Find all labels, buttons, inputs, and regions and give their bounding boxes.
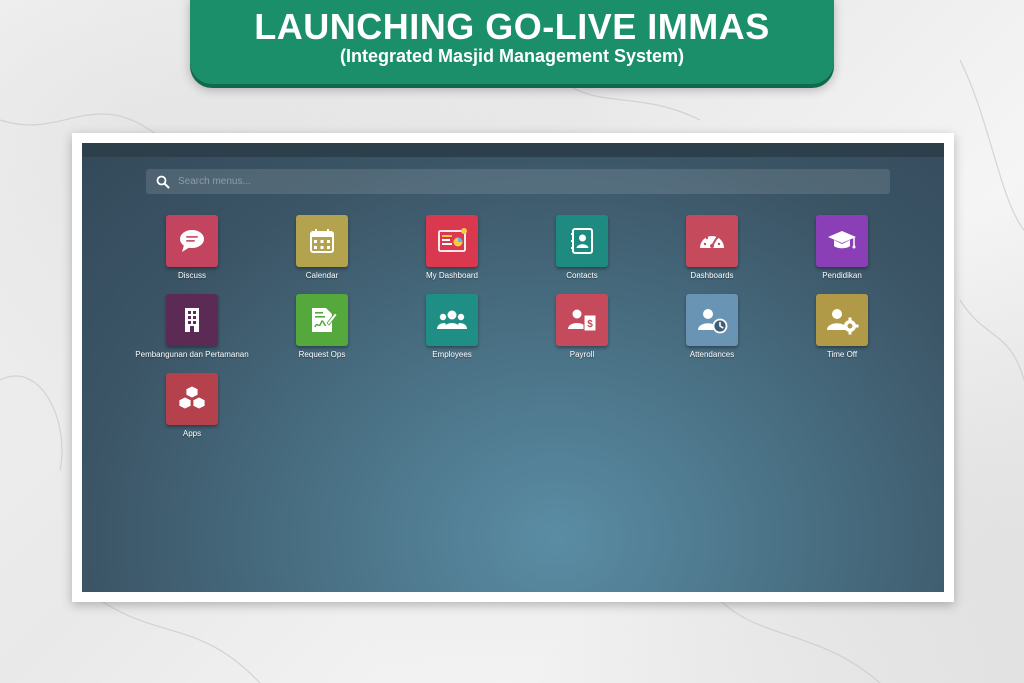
dashboard-chart-icon (438, 228, 467, 252)
app-tile[interactable] (816, 294, 868, 346)
search-input[interactable] (178, 173, 858, 190)
app-calendar[interactable]: Calendar (262, 215, 382, 280)
address-book-icon (571, 228, 593, 254)
app-label: Dashboards (690, 271, 734, 280)
app-home-screen: Discuss Calendar (82, 143, 944, 592)
calendar-icon (310, 229, 334, 253)
app-tile[interactable] (426, 294, 478, 346)
app-label: Pembangunan dan Pertamanan (135, 350, 249, 359)
graduation-cap-icon (828, 231, 856, 249)
app-discuss[interactable]: Discuss (132, 215, 252, 280)
app-time-off[interactable]: Time Off (782, 294, 902, 359)
app-dashboards[interactable]: Dashboards (652, 215, 772, 280)
cubes-icon (178, 385, 206, 410)
app-payroll[interactable]: $ Payroll (522, 294, 642, 359)
banner-subtitle: (Integrated Masjid Management System) (339, 46, 685, 66)
app-label: Employees (432, 350, 472, 359)
app-tile[interactable] (556, 215, 608, 267)
screenshot-frame: Discuss Calendar (72, 133, 954, 602)
app-tile[interactable] (166, 215, 218, 267)
app-label: Apps (182, 429, 202, 438)
app-label: Payroll (569, 350, 595, 359)
app-pendidikan[interactable]: Pendidikan (782, 215, 902, 280)
app-tile[interactable] (166, 294, 218, 346)
app-tile[interactable] (686, 215, 738, 267)
speedometer-icon (700, 233, 724, 248)
app-tile[interactable] (296, 215, 348, 267)
app-tile[interactable] (166, 373, 218, 425)
building-icon (185, 308, 199, 332)
app-tile[interactable] (296, 294, 348, 346)
app-label: Calendar (305, 271, 339, 280)
user-clock-icon (698, 309, 728, 334)
app-contacts[interactable]: Contacts (522, 215, 642, 280)
app-label: Contacts (566, 271, 598, 280)
document-signature-icon (312, 308, 338, 332)
app-tile[interactable]: $ (556, 294, 608, 346)
app-label: My Dashboard (425, 271, 479, 280)
app-tile[interactable] (816, 215, 868, 267)
svg-text:$: $ (587, 319, 593, 330)
app-tile[interactable] (686, 294, 738, 346)
app-label: Pendidikan (822, 271, 862, 280)
banner-title: LAUNCHING GO-LIVE IMMAS (254, 6, 770, 47)
app-request-ops[interactable]: Request Ops (262, 294, 382, 359)
app-label: Attendances (689, 350, 735, 359)
app-apps[interactable]: Apps (132, 373, 252, 438)
chat-bubble-icon (180, 230, 204, 252)
search-icon (156, 175, 170, 189)
app-pembangunan-dan-pertamanan[interactable]: Pembangunan dan Pertamanan (132, 294, 252, 359)
search-bar[interactable] (146, 169, 890, 194)
app-my-dashboard[interactable]: My Dashboard (392, 215, 512, 280)
app-employees[interactable]: Employees (392, 294, 512, 359)
app-label: Discuss (177, 271, 206, 280)
users-group-icon (437, 310, 467, 329)
app-tile[interactable] (426, 215, 478, 267)
payroll-icon: $ (568, 309, 597, 332)
top-navbar (82, 143, 944, 157)
app-label: Request Ops (298, 350, 346, 359)
app-attendances[interactable]: Attendances (652, 294, 772, 359)
app-label: Time Off (826, 350, 858, 359)
user-gear-icon (827, 309, 859, 335)
announcement-banner: LAUNCHING GO-LIVE IMMAS (Integrated Masj… (190, 0, 834, 84)
